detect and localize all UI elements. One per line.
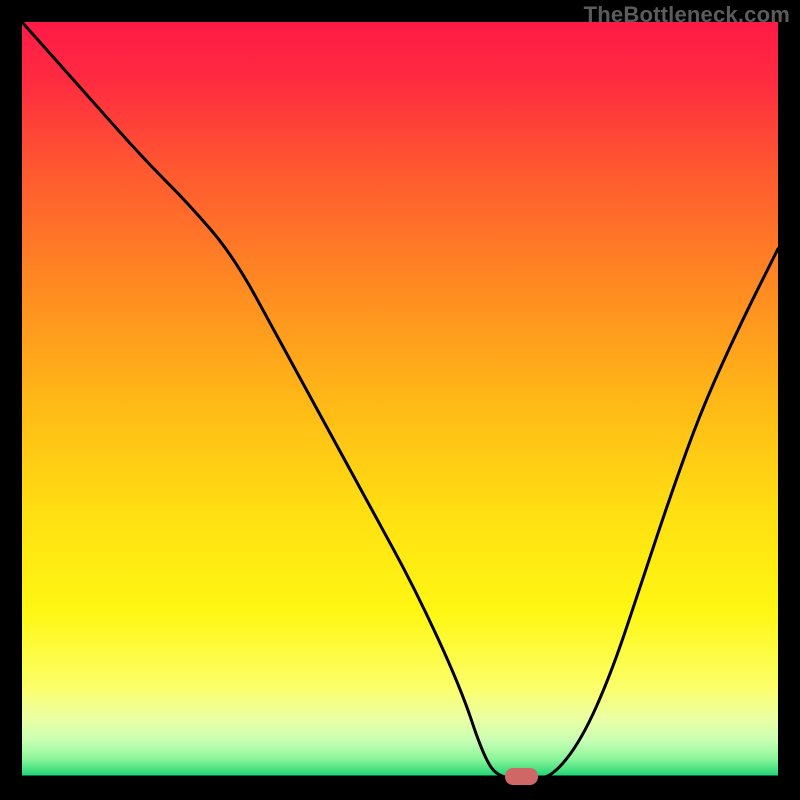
chart-svg [22, 22, 778, 778]
chart-frame: TheBottleneck.com [0, 0, 800, 800]
plot-area [22, 22, 778, 778]
optimal-marker [505, 768, 538, 785]
gradient-background [22, 22, 778, 778]
